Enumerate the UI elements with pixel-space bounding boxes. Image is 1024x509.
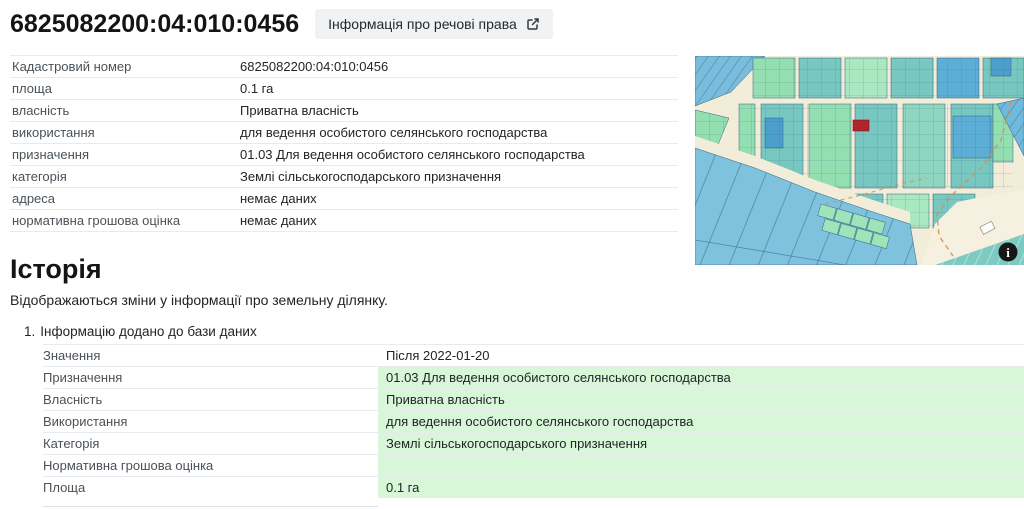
property-rights-button[interactable]: Інформація про речові права — [315, 9, 553, 39]
history-column-value: Після 2022-01-20 — [378, 345, 1024, 367]
table-row: адресанемає даних — [10, 188, 678, 210]
info-label: використання — [10, 122, 238, 144]
parcel-info-table: Кадастровий номер6825082200:04:010:0456 … — [10, 55, 678, 232]
table-row: призначення01.03 Для ведення особистого … — [10, 144, 678, 166]
info-value: 01.03 Для ведення особистого селянського… — [238, 144, 678, 166]
info-label: адреса — [10, 188, 238, 210]
rights-button-label: Інформація про речові права — [328, 16, 517, 32]
page-header: 6825082200:04:010:0456 Інформація про ре… — [0, 0, 1024, 39]
external-link-icon — [526, 17, 540, 31]
history-section: Історія Відображаються зміни у інформаці… — [10, 254, 1024, 507]
history-entry-title: Інформацію додано до бази даних — [40, 324, 256, 339]
history-label: Призначення — [43, 367, 378, 389]
selected-parcel-highlight — [853, 120, 869, 131]
info-label: нормативна грошова оцінка — [10, 210, 238, 232]
info-value: немає даних — [238, 188, 678, 210]
table-row: КатегоріяЗемлі сільськогосподарського пр… — [43, 433, 1024, 455]
info-label: категорія — [10, 166, 238, 188]
info-value: немає даних — [238, 210, 678, 232]
table-row: використаннядля ведення особистого селян… — [10, 122, 678, 144]
table-row: категоріяЗемлі сільськогосподарського пр… — [10, 166, 678, 188]
history-value — [378, 455, 1024, 477]
history-table: Значення Після 2022-01-20 Призначення01.… — [43, 344, 1024, 498]
history-value: Землі сільськогосподарського призначення — [378, 433, 1024, 455]
info-value: Землі сільськогосподарського призначення — [238, 166, 678, 188]
info-value: Приватна власність — [238, 100, 678, 122]
info-icon: i — [1006, 245, 1010, 260]
table-row: Кадастровий номер6825082200:04:010:0456 — [10, 56, 678, 78]
cadastral-map[interactable]: i — [695, 56, 1024, 265]
history-label: Категорія — [43, 433, 378, 455]
info-label: призначення — [10, 144, 238, 166]
history-entry-index: 1. — [24, 324, 35, 339]
history-value: 01.03 Для ведення особистого селянського… — [378, 367, 1024, 389]
history-entry-header: 1. Інформацію додано до бази даних — [24, 324, 1024, 339]
table-bottom-divider — [43, 506, 378, 507]
table-row: ВласністьПриватна власність — [43, 389, 1024, 411]
history-value: Приватна власність — [378, 389, 1024, 411]
table-row: Площа0.1 га — [43, 477, 1024, 499]
info-label: власність — [10, 100, 238, 122]
info-label: Кадастровий номер — [10, 56, 238, 78]
page-title: 6825082200:04:010:0456 — [10, 10, 299, 39]
history-label: Нормативна грошова оцінка — [43, 455, 378, 477]
history-value: 0.1 га — [378, 477, 1024, 499]
history-column-label: Значення — [43, 345, 378, 367]
table-row: Нормативна грошова оцінка — [43, 455, 1024, 477]
table-row: Призначення01.03 Для ведення особистого … — [43, 367, 1024, 389]
info-value: 6825082200:04:010:0456 — [238, 56, 678, 78]
info-label: площа — [10, 78, 238, 100]
table-row: Використаннядля ведення особистого селян… — [43, 411, 1024, 433]
info-value: 0.1 га — [238, 78, 678, 100]
table-row: нормативна грошова оцінканемає даних — [10, 210, 678, 232]
cadastral-map-image: i — [695, 56, 1024, 265]
history-subtitle: Відображаються зміни у інформації про зе… — [10, 292, 1024, 308]
table-row: Значення Після 2022-01-20 — [43, 345, 1024, 367]
history-label: Використання — [43, 411, 378, 433]
info-value: для ведення особистого селянського госпо… — [238, 122, 678, 144]
table-row: площа0.1 га — [10, 78, 678, 100]
table-row: власністьПриватна власність — [10, 100, 678, 122]
map-info-button[interactable]: i — [999, 243, 1018, 262]
history-value: для ведення особистого селянського госпо… — [378, 411, 1024, 433]
history-label: Власність — [43, 389, 378, 411]
history-label: Площа — [43, 477, 378, 499]
